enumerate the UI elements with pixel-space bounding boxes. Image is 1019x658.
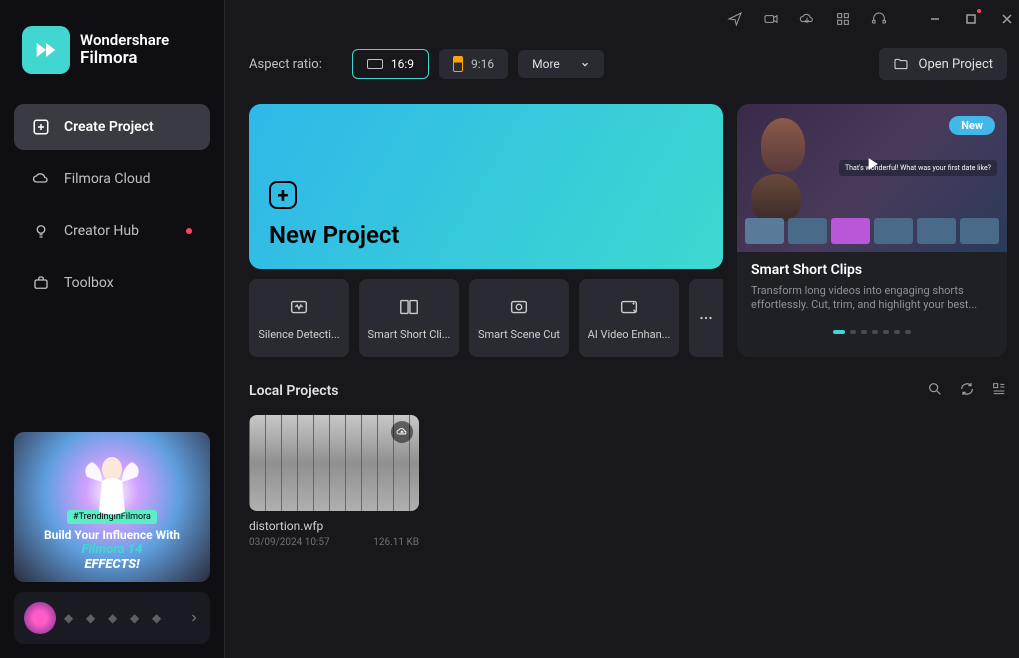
- nav-label: Filmora Cloud: [64, 171, 150, 187]
- logo-icon: [22, 26, 70, 74]
- promo-image: [77, 447, 147, 522]
- app-logo: Wondershare Filmora: [14, 14, 210, 94]
- project-item[interactable]: distortion.wfp 03/09/2024 10:57 126.11 K…: [249, 415, 419, 548]
- project-name: distortion.wfp: [249, 519, 419, 533]
- project-date: 03/09/2024 10:57: [249, 537, 330, 548]
- gem-icon: ◆: [152, 611, 166, 625]
- gems-bar[interactable]: ◆ ◆ ◆ ◆ ◆: [14, 592, 210, 644]
- tool-label: Silence Detecti...: [258, 328, 339, 341]
- carousel-dots[interactable]: [737, 330, 1007, 344]
- tool-label: AI Video Enhan...: [588, 328, 671, 341]
- promo-line2: Filmora 14: [82, 542, 143, 557]
- new-project-card[interactable]: + New Project: [249, 104, 723, 269]
- tool-silence-detection[interactable]: Silence Detecti...: [249, 279, 349, 357]
- project-size: 126.11 KB: [373, 537, 419, 548]
- play-icon: [862, 154, 882, 178]
- view-toggle-icon[interactable]: [991, 381, 1007, 401]
- landscape-icon: [367, 59, 383, 69]
- dots-icon: [697, 309, 715, 327]
- chevron-right-icon[interactable]: [188, 612, 200, 624]
- ratio-label: 9:16: [471, 57, 494, 71]
- enhance-icon: [618, 296, 640, 318]
- notification-dot: [186, 228, 192, 234]
- titlebar: [225, 0, 1019, 38]
- maximize-button[interactable]: [955, 3, 987, 35]
- chevron-down-icon: [580, 59, 590, 69]
- minimize-button[interactable]: [919, 3, 951, 35]
- more-ratios-button[interactable]: More: [518, 50, 604, 78]
- more-tools-button[interactable]: [689, 279, 723, 357]
- dot[interactable]: [905, 330, 911, 334]
- new-badge: New: [949, 116, 995, 135]
- headset-icon[interactable]: [863, 3, 895, 35]
- plus-square-icon: [32, 118, 50, 136]
- dot[interactable]: [883, 330, 889, 334]
- gem-active-icon: [24, 602, 56, 634]
- new-project-label: New Project: [269, 221, 703, 249]
- cloud-upload-icon[interactable]: [391, 421, 413, 443]
- more-label: More: [532, 57, 560, 71]
- folder-icon: [893, 56, 909, 72]
- recorder-icon[interactable]: [755, 3, 787, 35]
- nav-toolbox[interactable]: Toolbox: [14, 260, 210, 306]
- nav-label: Creator Hub: [64, 223, 139, 239]
- gem-icon: ◆: [108, 611, 122, 625]
- nav-creator-hub[interactable]: Creator Hub: [14, 208, 210, 254]
- close-button[interactable]: [991, 3, 1019, 35]
- notification-dot: [977, 9, 981, 13]
- product-name: Filmora: [80, 49, 169, 69]
- tool-ai-video-enhance[interactable]: AI Video Enhan...: [579, 279, 679, 357]
- dot[interactable]: [872, 330, 878, 334]
- feature-title: Smart Short Clips: [751, 262, 993, 278]
- portrait-icon: [453, 56, 463, 72]
- search-icon[interactable]: [927, 381, 943, 401]
- gem-icon: ◆: [130, 611, 144, 625]
- nav-filmora-cloud[interactable]: Filmora Cloud: [14, 156, 210, 202]
- scene-cut-icon: [508, 296, 530, 318]
- promo-banner[interactable]: #TrendinginFilmora Build Your Influence …: [14, 432, 210, 582]
- cloud-icon: [32, 170, 50, 188]
- feature-card[interactable]: That's wonderful! What was your first da…: [737, 104, 1007, 357]
- cloud-download-icon[interactable]: [791, 3, 823, 35]
- open-project-label: Open Project: [919, 57, 994, 72]
- toolbox-icon: [32, 274, 50, 292]
- bulb-icon: [32, 222, 50, 240]
- grid-icon[interactable]: [827, 3, 859, 35]
- dot[interactable]: [833, 330, 845, 334]
- silence-icon: [288, 296, 310, 318]
- tool-smart-scene-cut[interactable]: Smart Scene Cut: [469, 279, 569, 357]
- dot[interactable]: [861, 330, 867, 334]
- brand-name: Wondershare: [80, 32, 169, 49]
- local-projects-title: Local Projects: [249, 383, 339, 399]
- clips-icon: [398, 296, 420, 318]
- ratio-16-9-button[interactable]: 16:9: [352, 49, 429, 79]
- refresh-icon[interactable]: [959, 381, 975, 401]
- feature-description: Transform long videos into engaging shor…: [751, 284, 993, 312]
- gem-icon: ◆: [64, 611, 78, 625]
- nav-create-project[interactable]: Create Project: [14, 104, 210, 150]
- tool-label: Smart Short Cli...: [368, 328, 451, 341]
- dot[interactable]: [850, 330, 856, 334]
- send-icon[interactable]: [719, 3, 751, 35]
- gem-icon: ◆: [86, 611, 100, 625]
- open-project-button[interactable]: Open Project: [879, 48, 1008, 80]
- nav-label: Toolbox: [64, 275, 114, 291]
- tool-label: Smart Scene Cut: [478, 328, 560, 341]
- aspect-ratio-label: Aspect ratio:: [249, 57, 322, 72]
- dot[interactable]: [894, 330, 900, 334]
- promo-line3: EFFECTS!: [84, 557, 139, 572]
- tool-smart-short-clips[interactable]: Smart Short Cli...: [359, 279, 459, 357]
- plus-icon: +: [269, 181, 297, 209]
- ratio-label: 16:9: [391, 57, 414, 71]
- promo-line1: Build Your Influence With: [44, 528, 180, 542]
- project-thumbnail: [249, 415, 419, 511]
- ratio-9-16-button[interactable]: 9:16: [439, 49, 508, 79]
- nav-label: Create Project: [64, 119, 154, 135]
- feature-preview: That's wonderful! What was your first da…: [737, 104, 1007, 252]
